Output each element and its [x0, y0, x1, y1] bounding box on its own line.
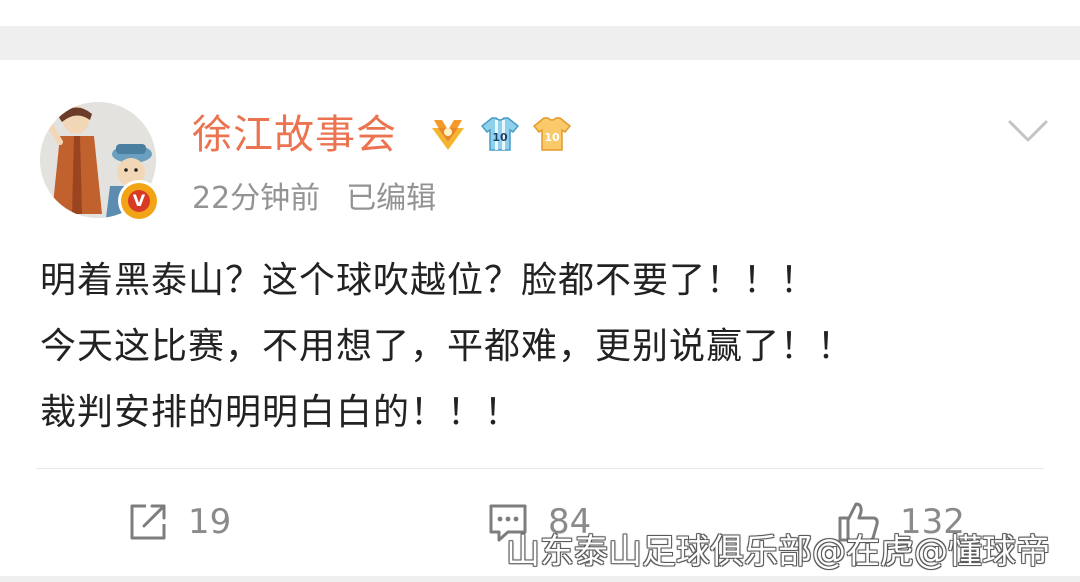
repost-button[interactable]: 19	[126, 496, 231, 548]
post-meta: 22分钟前 已编辑	[192, 178, 436, 220]
svg-text:10: 10	[544, 131, 560, 144]
post-line: 裁判安排的明明白白的！！！	[40, 392, 522, 433]
post-line: 今天这比赛，不用想了，平都难，更别说赢了！！	[40, 326, 855, 367]
jersey-10-blue-icon[interactable]: 10	[480, 114, 520, 154]
post-time: 22分钟前	[192, 181, 321, 216]
svg-text:10: 10	[492, 131, 508, 144]
divider	[36, 468, 1044, 469]
gold-medal-icon[interactable]	[428, 114, 468, 154]
post-text: 明着黑泰山？这个球吹越位？脸都不要了！！！ 今天这比赛，不用想了，平都难，更别说…	[40, 248, 1050, 446]
watermark: 山东泰山足球俱乐部@在虎@懂球帝	[506, 532, 1050, 572]
user-badges: 10 10	[428, 112, 572, 156]
username[interactable]: 徐江故事会	[192, 110, 397, 160]
jersey-10-gold-icon[interactable]: 10	[532, 114, 572, 154]
chevron-down-icon[interactable]	[1006, 116, 1050, 146]
separator-band	[0, 26, 1080, 60]
edited-label[interactable]: 已编辑	[346, 181, 436, 216]
post-line: 明着黑泰山？这个球吹越位？脸都不要了！！！	[40, 260, 818, 301]
verified-mark: V	[128, 190, 150, 212]
verified-badge-icon: V	[118, 180, 160, 222]
post-card: V 徐江故事会 10 10 22分钟前 已编辑 明着黑泰山？这个球吹越位？脸都不…	[0, 60, 1080, 576]
share-icon	[130, 504, 166, 540]
repost-count: 19	[188, 502, 232, 542]
bottom-separator	[0, 576, 1080, 582]
top-spacer	[0, 0, 1080, 26]
